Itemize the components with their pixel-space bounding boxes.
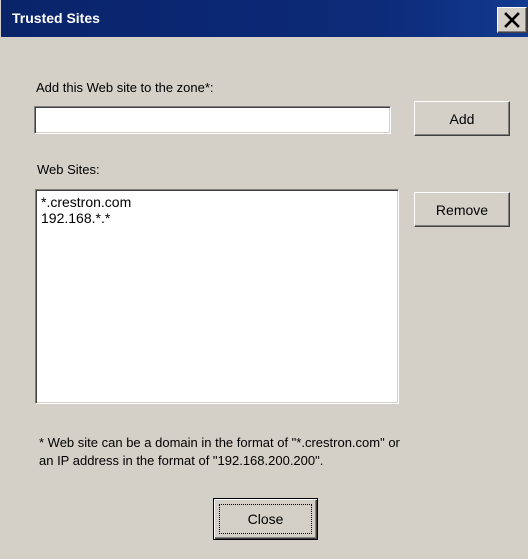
dialog-title: Trusted Sites [12,10,100,26]
list-item[interactable]: 192.168.*.* [41,210,393,226]
close-button[interactable]: Close [213,498,318,540]
close-button-label: Close [247,511,284,527]
remove-button[interactable]: Remove [414,192,510,227]
add-site-label: Add this Web site to the zone*: [36,80,214,95]
remove-button-label: Remove [435,201,489,218]
web-sites-list[interactable]: *.crestron.com 192.168.*.* [35,189,399,404]
format-note-line2: an IP address in the format of "192.168.… [39,453,324,468]
add-button[interactable]: Add [414,101,510,136]
list-item[interactable]: *.crestron.com [41,194,393,210]
add-site-input[interactable] [34,106,391,134]
close-x-icon [504,12,520,28]
title-close-button[interactable] [497,7,527,33]
web-sites-label: Web Sites: [37,162,100,177]
add-button-label: Add [449,110,475,127]
trusted-sites-dialog: Trusted Sites Add this Web site to the z… [0,0,528,559]
title-bar[interactable]: Trusted Sites [1,0,528,37]
format-note-line1: * Web site can be a domain in the format… [39,435,400,450]
